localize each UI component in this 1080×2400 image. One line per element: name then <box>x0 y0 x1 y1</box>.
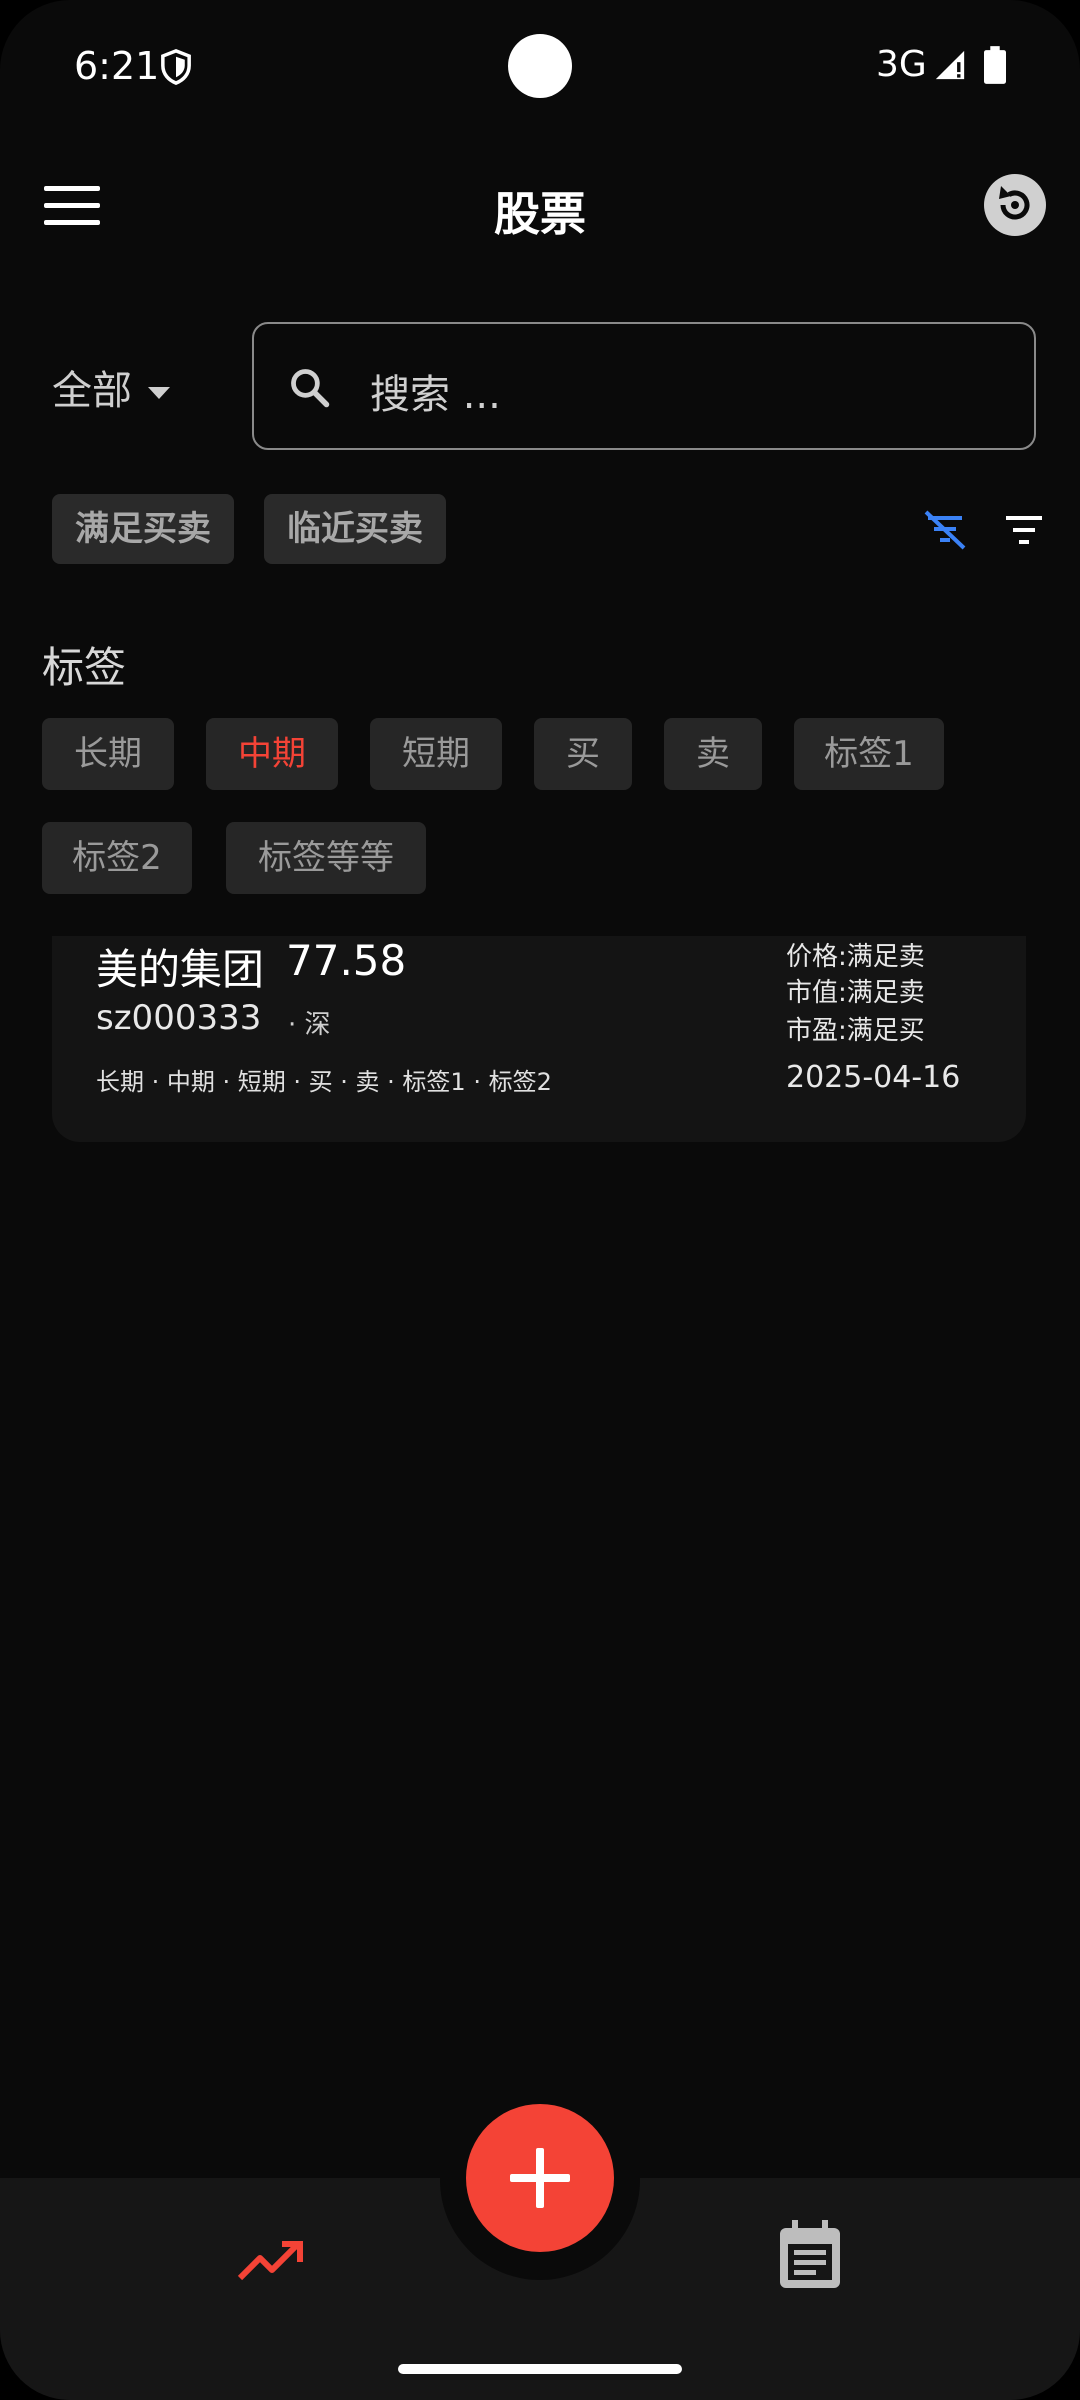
calendar-icon[interactable] <box>778 2220 842 2290</box>
stock-price: 77.58 <box>286 936 407 985</box>
app-screen: 6:21 3G 股票 全部 搜索 ... 满足买卖 临近买卖 标签 长期 中期 … <box>0 0 1080 2400</box>
network-type: 3G <box>876 44 927 85</box>
plus-icon <box>510 2174 570 2182</box>
status-bar: 6:21 3G <box>0 0 1080 130</box>
status-time: 6:21 <box>74 44 160 88</box>
tags-section-title: 标签 <box>42 643 127 692</box>
tag-chip[interactable]: 卖 <box>664 718 762 790</box>
front-camera <box>508 34 572 98</box>
shield-icon <box>161 49 191 85</box>
page-title: 股票 <box>494 187 586 241</box>
scope-dropdown[interactable]: 全部 <box>52 358 170 416</box>
search-placeholder: 搜索 ... <box>370 372 501 418</box>
tag-chip[interactable]: 短期 <box>370 718 502 790</box>
stock-card[interactable]: 美的集团 77.58 sz000333 · 深 长期 · 中期 · 短期 · 买… <box>52 936 1026 1142</box>
tag-chip[interactable]: 标签1 <box>794 718 944 790</box>
stock-code: sz000333 <box>96 998 262 1038</box>
refresh-button[interactable] <box>982 172 1048 238</box>
tag-chip[interactable]: 买 <box>534 718 632 790</box>
add-stock-button[interactable] <box>466 2104 614 2252</box>
stock-name: 美的集团 <box>96 945 265 994</box>
tag-chip[interactable]: 长期 <box>42 718 174 790</box>
stock-date: 2025-04-16 <box>786 1060 961 1095</box>
filter-off-icon[interactable] <box>922 510 968 550</box>
trending-up-icon[interactable] <box>236 2238 306 2286</box>
stock-status-price: 价格:满足卖 <box>786 942 925 972</box>
stock-status-cap: 市值:满足卖 <box>786 978 925 1008</box>
search-icon <box>291 369 330 408</box>
search-field[interactable]: 搜索 ... <box>252 322 1036 450</box>
signal-icon <box>935 50 965 80</box>
tag-chip[interactable]: 标签2 <box>42 822 192 894</box>
quick-filter-chip[interactable]: 满足买卖 <box>52 494 234 564</box>
filter-icon[interactable] <box>1004 514 1044 546</box>
app-bar: 股票 <box>0 150 1080 260</box>
battery-icon <box>984 46 1006 84</box>
stock-status-pe: 市盈:满足买 <box>786 1016 925 1046</box>
dropdown-caret-icon <box>148 387 170 399</box>
stock-tags: 长期 · 中期 · 短期 · 买 · 卖 · 标签1 · 标签2 <box>96 1068 552 1096</box>
stock-market: · 深 <box>288 1010 331 1040</box>
tag-chip[interactable]: 标签等等 <box>226 822 426 894</box>
quick-filter-chip[interactable]: 临近买卖 <box>264 494 446 564</box>
scope-value: 全部 <box>52 368 132 414</box>
home-indicator[interactable] <box>398 2364 682 2374</box>
tag-chip[interactable]: 中期 <box>206 718 338 790</box>
